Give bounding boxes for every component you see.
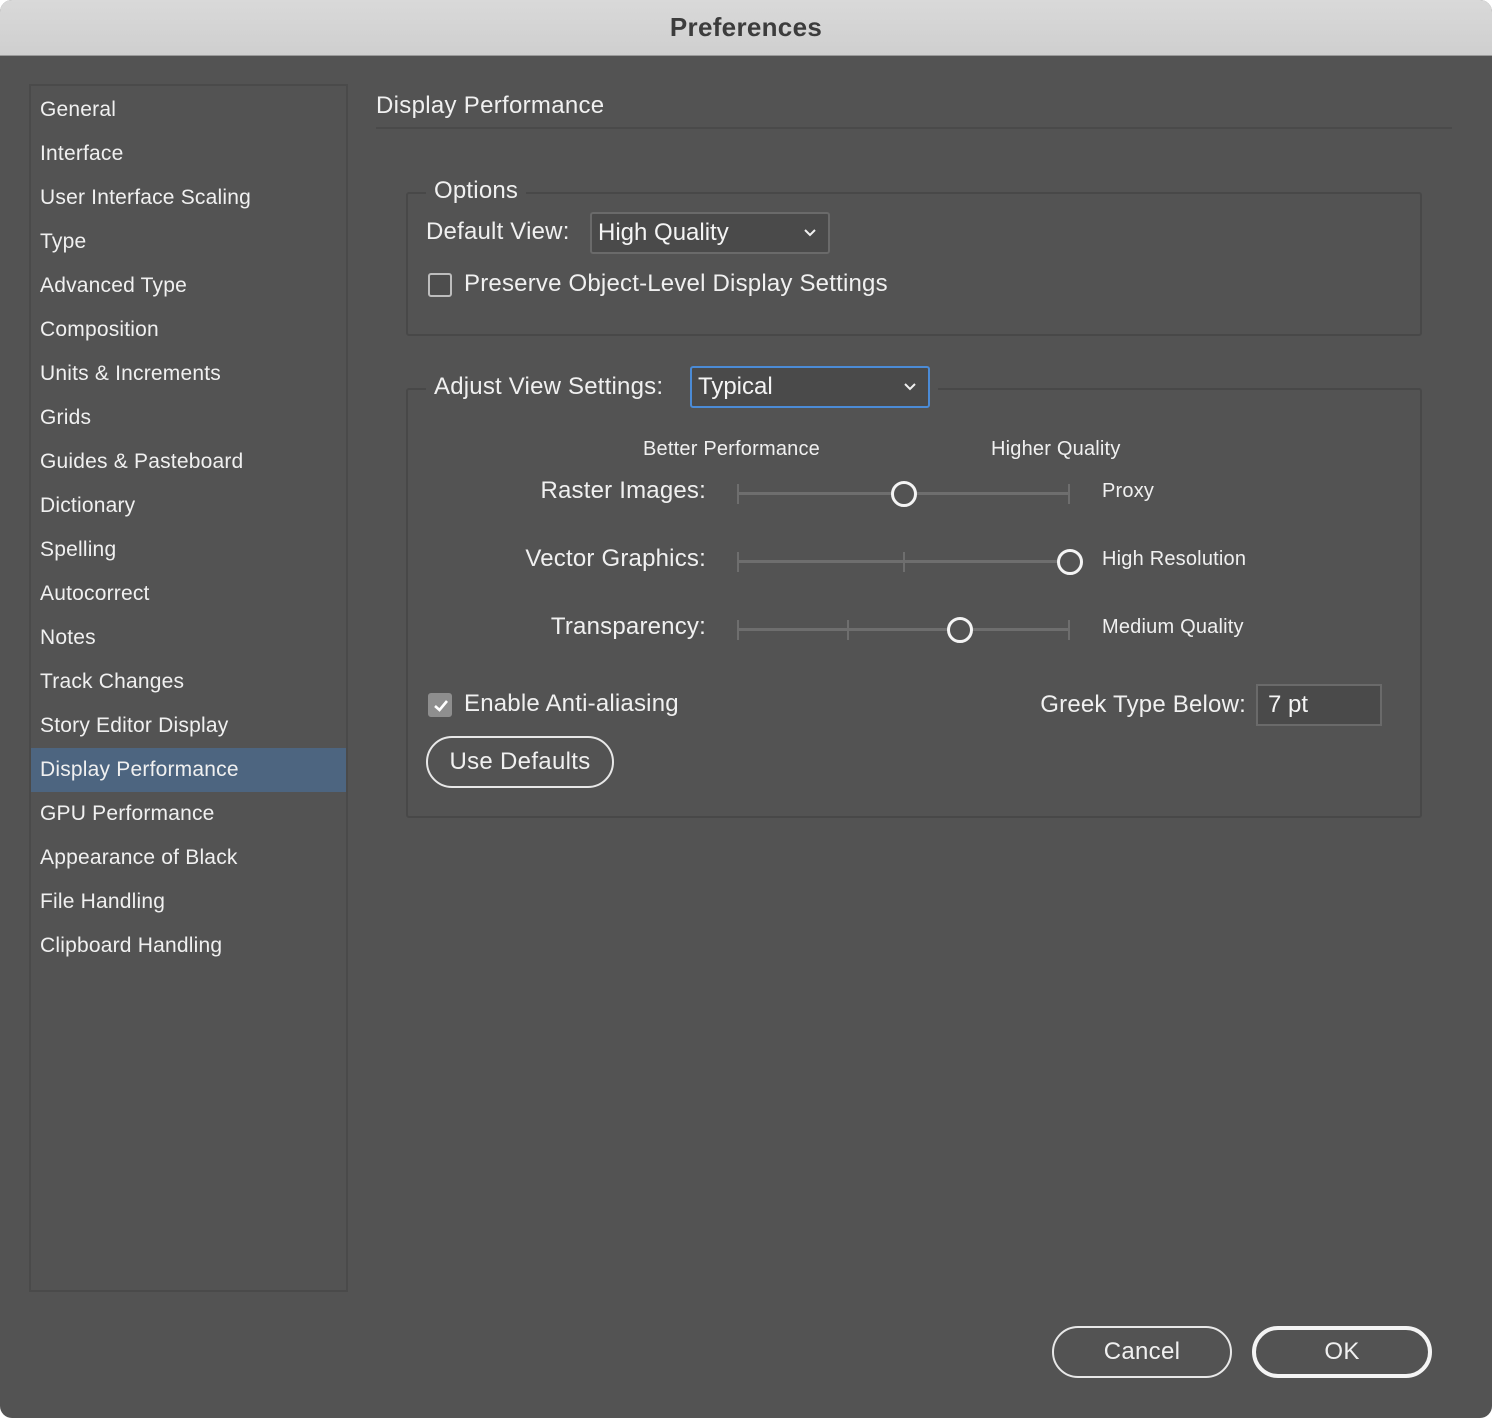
sidebar-item-gpu-performance[interactable]: GPU Performance	[31, 792, 346, 836]
sidebar-item-spelling[interactable]: Spelling	[31, 528, 346, 572]
sidebar-item-interface[interactable]: Interface	[31, 132, 346, 176]
sidebar-item-units-increments[interactable]: Units & Increments	[31, 352, 346, 396]
sidebar-item-display-performance[interactable]: Display Performance	[31, 748, 346, 792]
options-legend: Options	[426, 177, 527, 205]
raster-images-label: Raster Images:	[540, 477, 706, 504]
ok-button[interactable]: OK	[1252, 1326, 1432, 1378]
page-title: Display Performance	[376, 92, 605, 119]
sidebar-item-composition[interactable]: Composition	[31, 308, 346, 352]
chevron-down-icon	[904, 383, 916, 391]
transparency-tick	[847, 620, 849, 640]
vector-graphics-value: High Resolution	[1102, 548, 1247, 570]
vector-graphics-slider-knob[interactable]	[1057, 549, 1083, 575]
sidebar-item-clipboard-handling[interactable]: Clipboard Handling	[31, 924, 346, 968]
sidebar-item-autocorrect[interactable]: Autocorrect	[31, 572, 346, 616]
sidebar-item-guides-pasteboard[interactable]: Guides & Pasteboard	[31, 440, 346, 484]
scale-left-label: Better Performance	[643, 438, 821, 460]
transparency-slider-knob[interactable]	[947, 617, 973, 643]
anti-aliasing-checkbox[interactable]	[428, 693, 452, 717]
preferences-dialog: Preferences General Interface User Inter…	[0, 0, 1492, 1418]
scale-right-label: Higher Quality	[991, 438, 1121, 460]
vector-tick	[903, 552, 905, 572]
adjust-view-label: Adjust View Settings:	[434, 373, 664, 400]
greek-type-input[interactable]: 7 pt	[1256, 684, 1382, 726]
default-view-dropdown[interactable]: High Quality	[590, 212, 830, 254]
raster-images-value: Proxy	[1102, 480, 1155, 502]
sidebar-item-advanced-type[interactable]: Advanced Type	[31, 264, 346, 308]
sidebar-item-appearance-of-black[interactable]: Appearance of Black	[31, 836, 346, 880]
title-divider	[376, 127, 1452, 129]
sidebar: General Interface User Interface Scaling…	[29, 84, 348, 1292]
transparency-label: Transparency:	[550, 613, 706, 640]
transparency-value: Medium Quality	[1102, 616, 1244, 638]
sidebar-item-grids[interactable]: Grids	[31, 396, 346, 440]
raster-tick	[1068, 484, 1070, 504]
use-defaults-button[interactable]: Use Defaults	[426, 736, 614, 788]
greek-type-label: Greek Type Below:	[1040, 691, 1246, 718]
options-group	[406, 192, 1422, 336]
preserve-settings-label: Preserve Object-Level Display Settings	[464, 270, 888, 297]
title-bar: Preferences	[0, 0, 1492, 56]
sidebar-item-file-handling[interactable]: File Handling	[31, 880, 346, 924]
chevron-down-icon	[804, 229, 816, 237]
sidebar-item-notes[interactable]: Notes	[31, 616, 346, 660]
vector-tick	[737, 552, 739, 572]
window-title: Preferences	[669, 12, 823, 42]
adjust-view-dropdown[interactable]: Typical	[690, 366, 930, 408]
sidebar-item-dictionary[interactable]: Dictionary	[31, 484, 346, 528]
sidebar-item-general[interactable]: General	[31, 88, 346, 132]
raster-images-slider-knob[interactable]	[891, 481, 917, 507]
sidebar-item-track-changes[interactable]: Track Changes	[31, 660, 346, 704]
adjust-view-value: Typical	[698, 373, 773, 400]
anti-aliasing-label: Enable Anti-aliasing	[464, 690, 679, 717]
vector-graphics-label: Vector Graphics:	[525, 545, 706, 572]
sidebar-item-user-interface-scaling[interactable]: User Interface Scaling	[31, 176, 346, 220]
default-view-value: High Quality	[598, 219, 729, 246]
transparency-tick	[737, 620, 739, 640]
transparency-track	[738, 628, 1070, 631]
raster-tick	[737, 484, 739, 504]
sidebar-item-story-editor-display[interactable]: Story Editor Display	[31, 704, 346, 748]
sidebar-item-type[interactable]: Type	[31, 220, 346, 264]
default-view-label: Default View:	[426, 218, 570, 245]
transparency-tick	[1068, 620, 1070, 640]
cancel-button[interactable]: Cancel	[1052, 1326, 1232, 1378]
preserve-settings-checkbox[interactable]	[428, 273, 452, 297]
checkmark-icon	[434, 700, 448, 712]
